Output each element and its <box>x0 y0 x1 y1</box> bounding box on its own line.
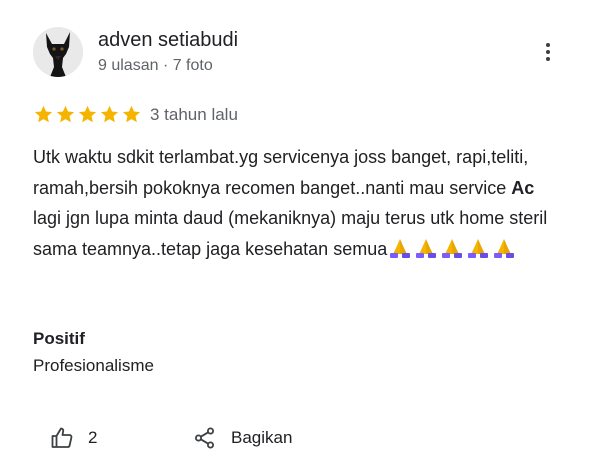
star-icon <box>56 105 75 123</box>
share-icon <box>195 427 214 449</box>
folded-hands-icon <box>468 238 489 258</box>
more-options-button[interactable] <box>536 40 560 68</box>
folded-hands-icon <box>390 238 411 258</box>
reviewer-meta: 9 ulasan · 7 foto <box>98 57 213 74</box>
star-icon <box>100 105 119 123</box>
star-icon <box>78 105 97 123</box>
star-icon <box>122 105 141 123</box>
more-vert-icon <box>536 43 560 61</box>
folded-hands-icon <box>494 238 515 258</box>
review-text: Utk waktu sdkit terlambat.yg servicenya … <box>33 142 563 264</box>
share-label: Bagikan <box>231 428 293 447</box>
share-button[interactable]: Bagikan <box>193 426 292 450</box>
star-rating <box>33 104 142 125</box>
avatar[interactable] <box>33 27 83 77</box>
like-button[interactable]: 2 <box>50 426 97 450</box>
star-icon <box>34 105 53 123</box>
like-count: 2 <box>88 428 98 447</box>
tag-title: Positif <box>33 329 85 348</box>
folded-hands-icon <box>442 238 463 258</box>
rating-row: 3 tahun lalu <box>33 104 238 125</box>
review-highlight: Ac <box>511 177 535 198</box>
reviewer-name[interactable]: adven setiabudi <box>98 29 238 52</box>
review-text-part: Utk waktu sdkit terlambat.yg servicenya … <box>33 147 529 198</box>
emoji-group <box>387 238 517 259</box>
folded-hands-icon <box>416 238 437 258</box>
review-time: 3 tahun lalu <box>150 104 238 124</box>
thumb-up-icon <box>51 427 73 448</box>
tag-value: Profesionalisme <box>33 356 154 375</box>
